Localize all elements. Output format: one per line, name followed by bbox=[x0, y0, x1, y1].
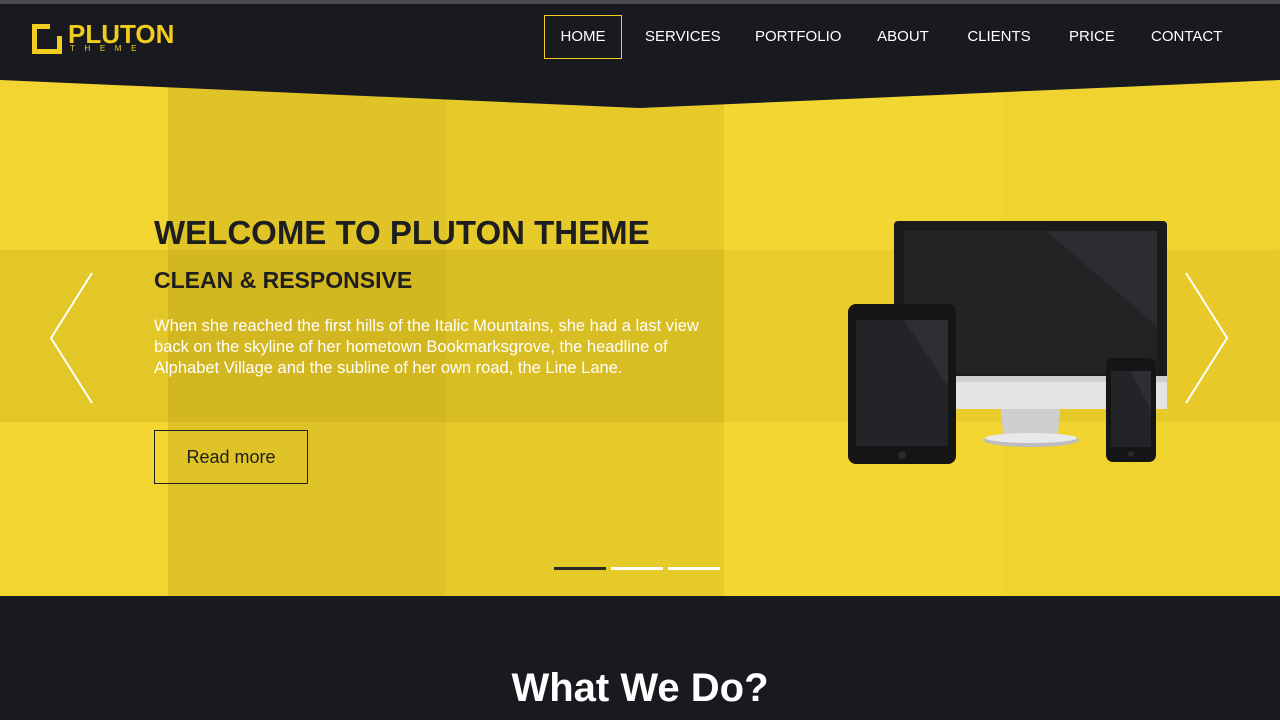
nav-item-services[interactable]: SERVICES bbox=[644, 15, 721, 59]
slider-dot[interactable] bbox=[611, 567, 663, 570]
slider-dot[interactable] bbox=[668, 567, 720, 570]
nav-item-clients[interactable]: CLIENTS bbox=[966, 15, 1032, 59]
hero-title: WELCOME TO PLUTON THEME bbox=[154, 214, 650, 251]
header-notch bbox=[0, 76, 1280, 108]
chevron-left-icon[interactable] bbox=[48, 271, 94, 405]
nav-item-contact[interactable]: CONTACT bbox=[1150, 15, 1222, 59]
nav-item-price[interactable]: PRICE bbox=[1068, 15, 1115, 59]
devices-image bbox=[848, 221, 1167, 464]
read-more-button[interactable]: Read more bbox=[154, 430, 308, 484]
hero-slider: WELCOME TO PLUTON THEME CLEAN & RESPONSI… bbox=[0, 76, 1280, 596]
logo-mark-icon bbox=[32, 24, 62, 54]
hero-subtitle: CLEAN & RESPONSIVE bbox=[154, 267, 413, 293]
logo-tagline: THEME bbox=[70, 44, 146, 53]
slider-dot-active[interactable] bbox=[554, 567, 606, 570]
section-title: What We Do? bbox=[511, 666, 769, 710]
slider-pagination bbox=[554, 567, 725, 570]
nav-item-about[interactable]: ABOUT bbox=[876, 15, 930, 59]
hero-text: When she reached the first hills of the … bbox=[154, 317, 699, 377]
logo[interactable]: PLUTON THEME bbox=[32, 20, 174, 60]
chevron-right-icon[interactable] bbox=[1184, 271, 1230, 405]
main-nav: HOME SERVICES PORTFOLIO ABOUT CLIENTS PR… bbox=[544, 15, 1222, 59]
nav-item-home[interactable]: HOME bbox=[544, 15, 622, 59]
nav-item-portfolio[interactable]: PORTFOLIO bbox=[754, 15, 841, 59]
